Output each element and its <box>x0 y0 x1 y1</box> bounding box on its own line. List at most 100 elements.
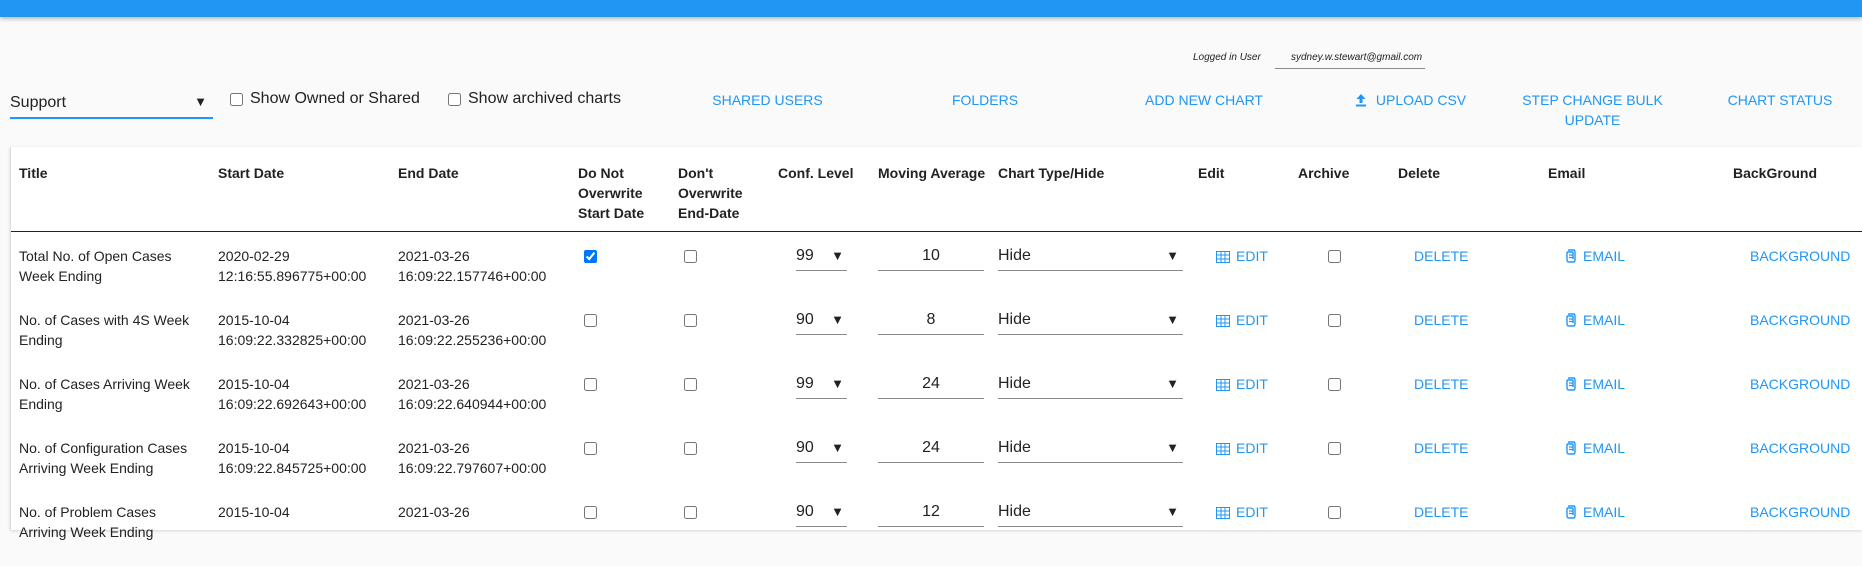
moving-average-input[interactable]: 8 <box>878 307 984 335</box>
charts-table: Title Start Date End Date Do Not Overwri… <box>10 147 1862 540</box>
email-button[interactable]: EMAIL <box>1565 374 1625 396</box>
no-overwrite-start-checkbox[interactable] <box>584 378 597 391</box>
top-app-bar <box>0 0 1862 17</box>
team-select[interactable]: Support ▼ <box>10 89 213 119</box>
no-overwrite-start-checkbox[interactable] <box>584 250 597 263</box>
show-owned-toggle[interactable]: Show Owned or Shared <box>230 90 420 108</box>
col-header-line: Do Not <box>578 165 624 181</box>
chart-type-select[interactable]: Hide ▼ <box>998 307 1183 335</box>
no-overwrite-end-checkbox[interactable] <box>684 378 697 391</box>
no-overwrite-end-checkbox[interactable] <box>684 314 697 327</box>
email-button[interactable]: EMAIL <box>1565 502 1625 524</box>
delete-button[interactable]: DELETE <box>1414 374 1468 394</box>
delete-button[interactable]: DELETE <box>1414 310 1468 330</box>
chart-status-button[interactable]: CHART STATUS <box>1720 90 1840 110</box>
no-overwrite-end-checkbox[interactable] <box>684 506 697 519</box>
no-overwrite-end-checkbox[interactable] <box>684 442 697 455</box>
row-title-line: No. of Cases with 4S Week <box>19 312 190 328</box>
dropdown-arrow-icon: ▼ <box>1166 504 1179 519</box>
edit-button[interactable]: EDIT <box>1216 310 1268 332</box>
archive-checkbox[interactable] <box>1328 314 1341 327</box>
edit-button[interactable]: EDIT <box>1216 246 1268 268</box>
row-end-date: 2021-03-26 16:09:22.640944+00:00 <box>398 374 546 414</box>
moving-average-input[interactable]: 24 <box>878 371 984 399</box>
conf-level-select[interactable]: 99 ▼ <box>796 371 847 399</box>
show-owned-checkbox[interactable] <box>230 92 243 106</box>
show-archived-toggle[interactable]: Show archived charts <box>448 90 621 108</box>
background-button[interactable]: BACKGROUND <box>1750 374 1850 394</box>
table-row: No. of Cases Arriving Week Ending 2015-10-… <box>11 374 1862 438</box>
background-button[interactable]: BACKGROUND <box>1750 246 1850 266</box>
show-owned-label: Show Owned or Shared <box>250 90 420 107</box>
step-change-bulk-update-button[interactable]: STEP CHANGE BULK UPDATE <box>1510 90 1675 130</box>
no-overwrite-end-checkbox[interactable] <box>684 250 697 263</box>
chart-type-select[interactable]: Hide ▼ <box>998 499 1183 527</box>
email-label: EMAIL <box>1583 312 1626 328</box>
show-archived-checkbox[interactable] <box>448 92 461 106</box>
edit-button[interactable]: EDIT <box>1216 374 1268 396</box>
no-overwrite-start-checkbox[interactable] <box>584 314 597 327</box>
conf-level-select[interactable]: 90 ▼ <box>796 499 847 527</box>
row-title-line: Total No. of Open Cases <box>19 248 172 264</box>
row-title: No. of Configuration Cases Arriving Week … <box>19 438 187 478</box>
email-label: EMAIL <box>1583 440 1626 456</box>
row-start-date: 2015-10-04 16:09:22.845725+00:00 <box>218 438 366 478</box>
row-title: Total No. of Open Cases Week Ending <box>19 246 172 286</box>
chart-type-value: Hide <box>998 439 1031 456</box>
row-end-date-time: 16:09:22.640944+00:00 <box>398 396 547 412</box>
row-start-date-time: 16:09:22.332825+00:00 <box>218 332 367 348</box>
email-button[interactable]: EMAIL <box>1565 438 1625 460</box>
email-button[interactable]: EMAIL <box>1565 246 1625 268</box>
row-title-line: No. of Cases Arriving Week <box>19 376 190 392</box>
col-header-conf-level: Conf. Level <box>778 165 854 181</box>
edit-button[interactable]: EDIT <box>1216 502 1268 524</box>
edit-label: EDIT <box>1236 312 1268 328</box>
conf-level-select[interactable]: 90 ▼ <box>796 307 847 335</box>
archive-checkbox[interactable] <box>1328 378 1341 391</box>
email-label: EMAIL <box>1583 248 1626 264</box>
chart-type-select[interactable]: Hide ▼ <box>998 243 1183 271</box>
delete-button[interactable]: DELETE <box>1414 438 1468 458</box>
background-button[interactable]: BACKGROUND <box>1750 438 1850 458</box>
col-header-end-date: End Date <box>398 165 459 181</box>
row-title-line: Arriving Week Ending <box>19 460 154 476</box>
no-overwrite-start-checkbox[interactable] <box>584 442 597 455</box>
conf-level-select[interactable]: 90 ▼ <box>796 435 847 463</box>
archive-checkbox[interactable] <box>1328 250 1341 263</box>
archive-checkbox[interactable] <box>1328 442 1341 455</box>
mail-icon <box>1565 376 1577 396</box>
background-button[interactable]: BACKGROUND <box>1750 310 1850 330</box>
mail-icon <box>1565 312 1577 332</box>
team-select-value: Support <box>10 94 67 111</box>
upload-csv-button[interactable]: UPLOAD CSV <box>1345 90 1475 112</box>
delete-button[interactable]: DELETE <box>1414 246 1468 266</box>
moving-average-input[interactable]: 12 <box>878 499 984 527</box>
col-header-title: Title <box>19 165 48 181</box>
dropdown-arrow-icon: ▼ <box>831 312 844 327</box>
col-header-dont-overwrite-end: Don't Overwrite End-Date <box>678 163 743 223</box>
row-end-date: 2021-03-26 16:09:22.157746+00:00 <box>398 246 546 286</box>
moving-average-input[interactable]: 10 <box>878 243 984 271</box>
edit-button[interactable]: EDIT <box>1216 438 1268 460</box>
chart-type-select[interactable]: Hide ▼ <box>998 371 1183 399</box>
chart-type-value: Hide <box>998 375 1031 392</box>
upload-icon <box>1354 92 1368 112</box>
background-button[interactable]: BACKGROUND <box>1750 502 1850 522</box>
row-end-date-time: 16:09:22.157746+00:00 <box>398 268 547 284</box>
email-button[interactable]: EMAIL <box>1565 310 1625 332</box>
moving-average-input[interactable]: 24 <box>878 435 984 463</box>
row-end-date: 2021-03-26 <box>398 502 470 522</box>
archive-checkbox[interactable] <box>1328 506 1341 519</box>
no-overwrite-start-checkbox[interactable] <box>584 506 597 519</box>
chart-type-select[interactable]: Hide ▼ <box>998 435 1183 463</box>
add-new-chart-button[interactable]: ADD NEW CHART <box>1135 90 1273 110</box>
delete-button[interactable]: DELETE <box>1414 502 1468 522</box>
folders-button[interactable]: FOLDERS <box>930 90 1040 110</box>
row-start-date-day: 2015-10-04 <box>218 440 290 456</box>
shared-users-button[interactable]: SHARED USERS <box>705 90 830 110</box>
table-row: No. of Configuration Cases Arriving Week … <box>11 438 1862 502</box>
row-end-date-time: 16:09:22.797607+00:00 <box>398 460 547 476</box>
conf-level-select[interactable]: 99 ▼ <box>796 243 847 271</box>
col-header-email: Email <box>1548 165 1586 181</box>
row-title: No. of Problem Cases Arriving Week Ending <box>19 502 156 542</box>
